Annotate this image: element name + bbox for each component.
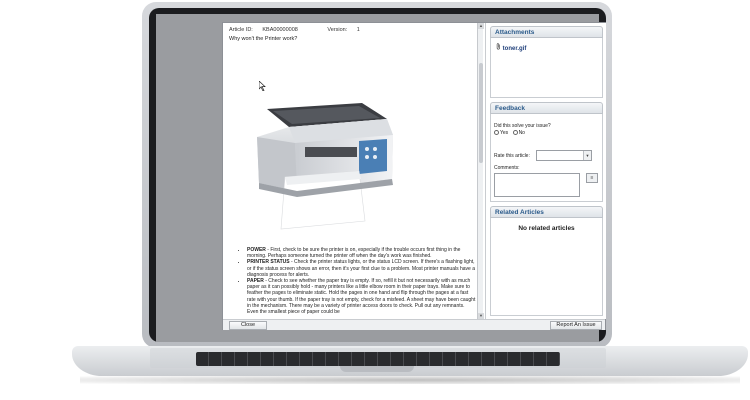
printer-image (257, 103, 393, 230)
attachments-header: Attachments (490, 26, 603, 38)
report-issue-button[interactable]: Report An Issue (550, 321, 602, 330)
feedback-header: Feedback (490, 102, 603, 114)
scroll-up-icon[interactable]: ▲ (478, 23, 484, 29)
feedback-question: Did this solve your issue? (494, 123, 551, 129)
paperclip-icon (496, 43, 503, 52)
window-footer: Close Report An Issue (223, 319, 605, 330)
related-articles-header: Related Articles (490, 206, 603, 218)
attachment-link[interactable]: toner.gif (496, 43, 526, 52)
rate-label: Rate this article: (494, 153, 530, 159)
rate-select[interactable]: ▼ (536, 150, 592, 161)
article-question: Why won't the Printer work? (229, 36, 298, 42)
yes-label: Yes (500, 130, 509, 136)
article-id-value: KBA00000008 (262, 27, 298, 33)
article-scrollbar[interactable]: ▲ ▼ (477, 23, 484, 319)
step-title: POWER (247, 247, 266, 253)
related-articles-empty: No related articles (518, 225, 575, 232)
article-id-label: Article ID: (229, 27, 253, 33)
close-button[interactable]: Close (229, 321, 267, 330)
attachment-filename: toner.gif (502, 46, 527, 52)
list-item: PRINTER STATUS - Check the printer statu… (247, 259, 477, 278)
laptop-keyboard (196, 352, 560, 366)
troubleshooting-list: POWER - First, check to be sure the prin… (241, 247, 477, 315)
step-title: PRINTER STATUS (247, 259, 290, 266)
comments-label: Comments: (494, 165, 520, 171)
feedback-options: Yes No (494, 130, 525, 136)
step-text: - Check to see whether the paper tray is… (247, 278, 476, 316)
list-item: PAPER - Check to see whether the paper t… (247, 278, 477, 315)
step-title: PAPER (247, 278, 264, 285)
yes-radio[interactable] (494, 130, 499, 136)
article-meta: Article ID: KBA00000008 Version: 1 (229, 27, 360, 33)
article-pane: Article ID: KBA00000008 Version: 1 Why w… (223, 23, 481, 319)
knowledge-article-window: Article ID: KBA00000008 Version: 1 Why w… (222, 22, 606, 330)
step-text: - First, check to be sure the printer is… (247, 247, 461, 260)
version-value: 1 (356, 27, 360, 33)
chevron-down-icon[interactable]: ▼ (583, 151, 591, 160)
laptop-hinge-notch (340, 366, 414, 372)
submit-comment-icon[interactable]: ≡ (586, 173, 598, 183)
no-radio[interactable] (512, 130, 518, 136)
comments-field[interactable] (494, 173, 580, 197)
no-label: No (518, 130, 525, 136)
related-articles-panel (490, 218, 603, 316)
version-label: Version: (327, 27, 348, 33)
sidebar: Attachments toner.gif Feedback Did this … (485, 23, 606, 319)
laptop-shadow (80, 376, 740, 384)
scrollbar-thumb[interactable] (479, 63, 483, 163)
mouse-pointer-icon (258, 80, 267, 94)
list-item: POWER - First, check to be sure the prin… (247, 247, 477, 259)
